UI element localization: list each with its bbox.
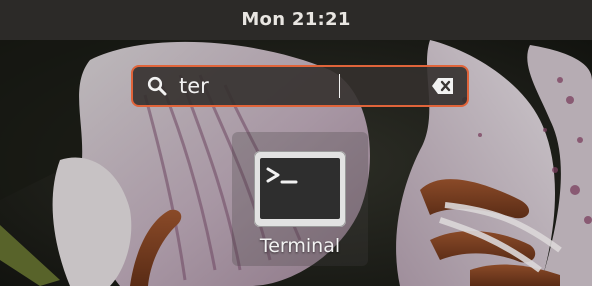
clear-text-icon[interactable] (431, 76, 455, 96)
search-entry[interactable] (131, 65, 469, 107)
app-result-label: Terminal (259, 235, 341, 257)
text-caret (339, 74, 340, 98)
app-result-terminal[interactable]: Terminal (232, 132, 368, 266)
terminal-icon (254, 151, 346, 227)
clock[interactable]: Mon 21:21 (0, 0, 592, 40)
top-bar: Mon 21:21 (0, 0, 592, 40)
search-icon (147, 76, 167, 96)
desktop-screen: Mon 21:21 ter Terminal (0, 0, 592, 286)
search-input[interactable] (179, 71, 419, 101)
